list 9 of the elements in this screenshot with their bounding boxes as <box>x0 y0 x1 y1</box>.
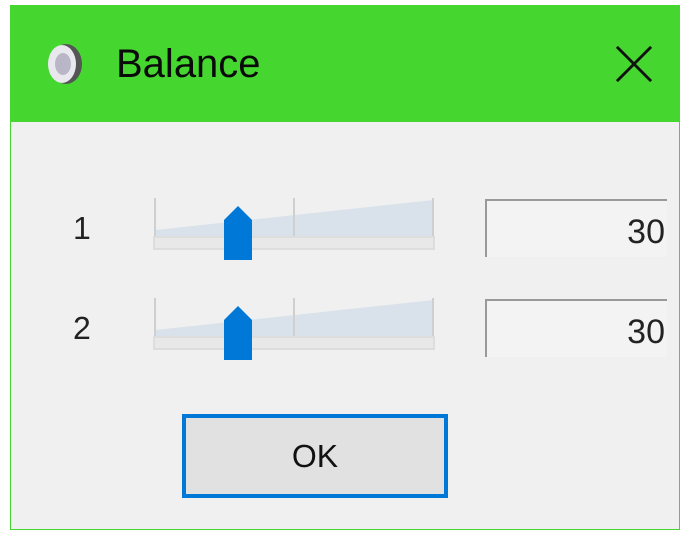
channel-label: 2 <box>73 310 92 346</box>
ok-button[interactable]: OK <box>182 414 448 498</box>
value-field[interactable]: 30 <box>485 299 667 357</box>
slider-thumb[interactable] <box>224 206 252 260</box>
channel-label: 1 <box>73 210 92 246</box>
window-title: Balance <box>116 42 262 86</box>
value-field[interactable]: 30 <box>485 199 667 257</box>
close-icon <box>615 45 653 83</box>
slider-thumb[interactable] <box>224 306 252 360</box>
